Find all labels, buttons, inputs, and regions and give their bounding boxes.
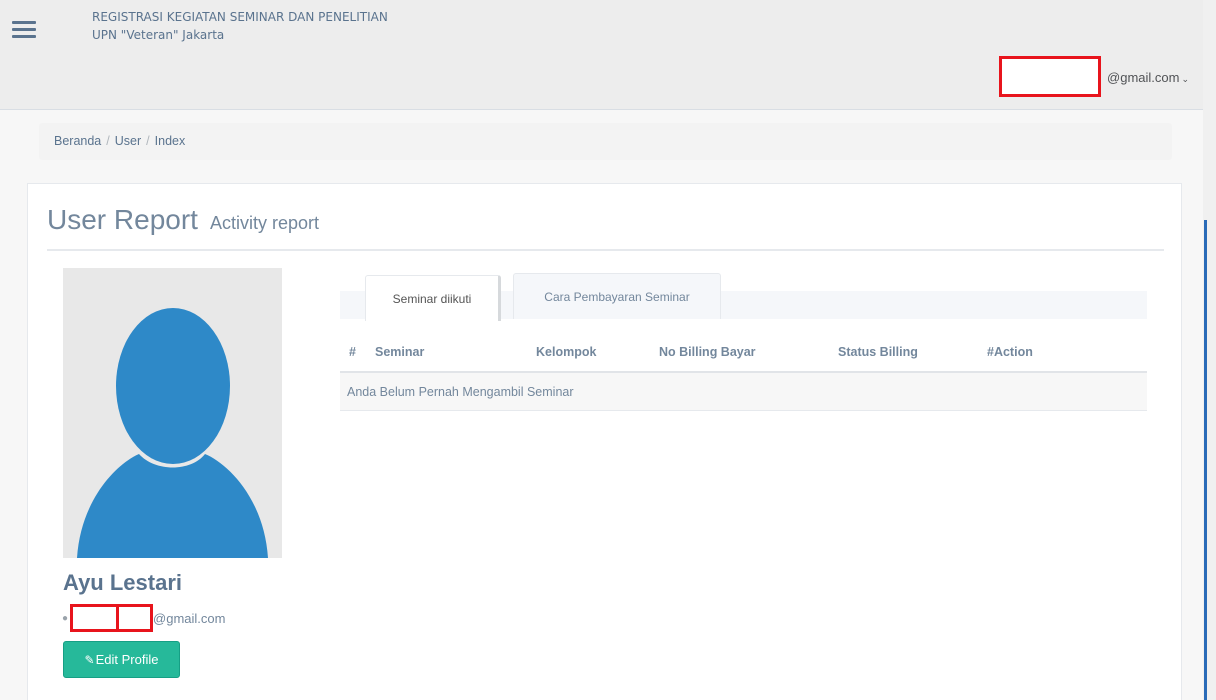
breadcrumb: Beranda / User / Index: [39, 123, 1172, 160]
tab-cara-pembayaran[interactable]: Cara Pembayaran Seminar: [513, 273, 721, 319]
redaction-box: [70, 604, 120, 632]
column-header-action: #Action: [987, 345, 1033, 359]
app-title-line1: REGISTRASI KEGIATAN SEMINAR DAN PENELITI…: [92, 10, 388, 24]
tab-label: Cara Pembayaran Seminar: [544, 289, 690, 304]
redaction-box: [999, 56, 1101, 97]
breadcrumb-item-user[interactable]: User: [115, 134, 141, 148]
column-header-seminar: Seminar: [375, 345, 425, 359]
redaction-box: [116, 604, 154, 632]
column-header-number: #: [349, 345, 356, 359]
table-row: Anda Belum Pernah Mengambil Seminar: [340, 373, 1147, 411]
chat-icon: ●: [62, 612, 69, 624]
edit-profile-button[interactable]: ✎ Edit Profile: [63, 641, 180, 678]
page-title: User Report: [47, 204, 198, 235]
breadcrumb-separator: /: [146, 134, 150, 148]
column-header-no-billing: No Billing Bayar: [659, 345, 756, 359]
breadcrumb-separator: /: [106, 134, 110, 148]
profile-email: ● @gmail.com: [62, 604, 225, 632]
column-header-status-billing: Status Billing: [838, 345, 918, 359]
hamburger-icon[interactable]: [12, 21, 36, 39]
empty-message: Anda Belum Pernah Mengambil Seminar: [347, 385, 574, 399]
top-navbar: REGISTRASI KEGIATAN SEMINAR DAN PENELITI…: [0, 0, 1203, 110]
edit-profile-label: Edit Profile: [95, 652, 159, 667]
edit-icon: ✎: [84, 652, 95, 667]
profile-email-suffix: @gmail.com: [153, 610, 226, 626]
app-title-line2: UPN "Veteran" Jakarta: [92, 28, 225, 42]
panel-title: User Report Activity report: [47, 204, 1164, 251]
tab-seminar-diikuti[interactable]: Seminar diikuti: [365, 275, 501, 321]
window-edge: [1203, 0, 1216, 700]
user-menu-dropdown[interactable]: @gmail.com ⌄: [1107, 70, 1189, 85]
profile-name: Ayu Lestari: [63, 570, 183, 595]
user-email-suffix: @gmail.com: [1107, 70, 1180, 85]
app-title: REGISTRASI KEGIATAN SEMINAR DAN PENELITI…: [92, 8, 388, 44]
column-header-kelompok: Kelompok: [536, 345, 597, 359]
scrollbar-track[interactable]: [1204, 220, 1207, 700]
page-subtitle: Activity report: [209, 213, 319, 233]
breadcrumb-item-beranda[interactable]: Beranda: [54, 134, 101, 148]
tab-label: Seminar diikuti: [392, 291, 472, 306]
user-report-panel: User Report Activity report Ayu Lestari ●…: [27, 183, 1182, 700]
avatar-silhouette: [77, 308, 268, 558]
default-avatar-icon: [63, 268, 282, 558]
chevron-down-icon: ⌄: [1181, 74, 1189, 84]
seminar-table: # Seminar Kelompok No Billing Bayar Stat…: [340, 336, 1147, 411]
breadcrumb-item-index: Index: [154, 134, 186, 148]
table-header: # Seminar Kelompok No Billing Bayar Stat…: [340, 336, 1147, 373]
